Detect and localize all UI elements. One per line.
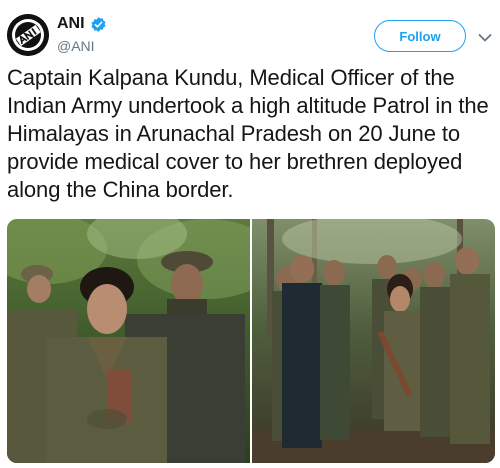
tweet-text: Captain Kalpana Kundu, Medical Officer o… (7, 65, 489, 202)
account-name[interactable]: ANI (57, 15, 85, 33)
ani-logo-icon[interactable] (7, 14, 49, 56)
tweet-photo-portrait[interactable] (7, 219, 250, 463)
verified-badge-icon (90, 16, 107, 33)
account-name-row: ANI (57, 15, 107, 33)
tweet-photo-group[interactable] (252, 219, 495, 463)
photo-officers-portrait (7, 219, 250, 463)
account-handle[interactable]: @ANI (57, 38, 95, 54)
chevron-down-icon[interactable] (478, 30, 492, 42)
tweet-header: ANI @ANI Follow (0, 0, 500, 62)
photo-patrol-group (252, 219, 495, 463)
follow-button[interactable]: Follow (374, 20, 466, 52)
